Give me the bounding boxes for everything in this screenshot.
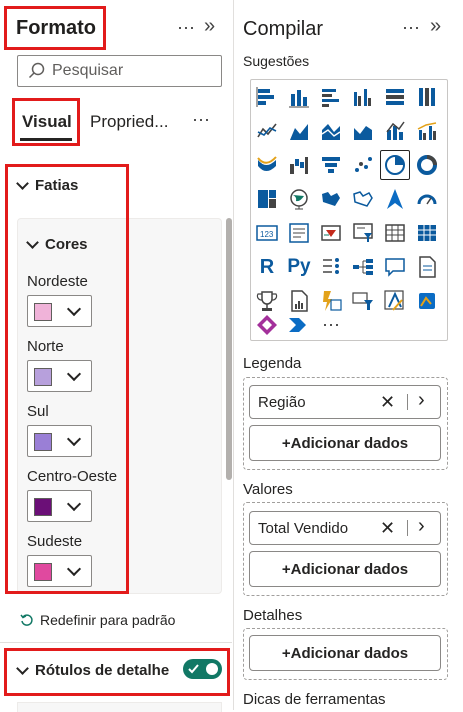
search-input[interactable]: Pesquisar bbox=[17, 55, 222, 87]
stacked-column-icon[interactable] bbox=[284, 82, 314, 112]
clustered-bar-icon[interactable] bbox=[316, 82, 346, 112]
legend-field-value: Região bbox=[258, 393, 306, 411]
kpi-icon[interactable] bbox=[316, 218, 346, 248]
reset-label: Redefinir para padrão bbox=[40, 612, 176, 628]
chevron-right-icon[interactable]: › bbox=[418, 389, 425, 412]
card-icon[interactable]: 123 bbox=[252, 218, 282, 248]
build-pane-title: Compilar bbox=[243, 18, 324, 40]
decomposition-tree-icon[interactable] bbox=[348, 252, 378, 282]
100-column-icon[interactable] bbox=[412, 82, 442, 112]
tabs-more-icon[interactable]: ⋯ bbox=[192, 110, 210, 131]
pie-chart-icon[interactable] bbox=[380, 150, 410, 180]
close-icon[interactable]: ✕ bbox=[380, 518, 395, 539]
values-field-value: Total Vendido bbox=[258, 519, 349, 537]
tab-properties-label: Propried... bbox=[90, 112, 169, 131]
add-data-button[interactable]: +Adicionar dados bbox=[249, 425, 441, 461]
more-visuals-icon[interactable]: ⋯ bbox=[316, 310, 346, 340]
donut-chart-icon[interactable] bbox=[412, 150, 442, 180]
annotation-box-rotulos bbox=[4, 648, 230, 696]
tooltips-label: Dicas de ferramentas bbox=[243, 691, 386, 708]
qa-icon[interactable] bbox=[380, 252, 410, 282]
svg-text:123: 123 bbox=[260, 230, 274, 239]
matrix-icon[interactable] bbox=[412, 218, 442, 248]
reset-icon bbox=[20, 614, 33, 626]
visual-gallery: 123 R Py ⋯ bbox=[250, 79, 448, 341]
r-visual-icon[interactable]: R bbox=[252, 252, 282, 282]
stacked-area-icon[interactable] bbox=[316, 116, 346, 146]
expand-pane-icon[interactable]: » bbox=[204, 15, 215, 38]
area-chart-icon[interactable] bbox=[284, 116, 314, 146]
reset-default-link[interactable]: Redefinir para padrão bbox=[20, 612, 175, 628]
line-chart-icon[interactable] bbox=[252, 116, 282, 146]
scrollbar[interactable] bbox=[226, 218, 232, 480]
python-visual-icon[interactable]: Py bbox=[284, 252, 314, 282]
100-bar-icon[interactable] bbox=[380, 82, 410, 112]
expand-pane-icon[interactable]: » bbox=[430, 15, 441, 38]
treemap-icon[interactable] bbox=[252, 184, 282, 214]
scatter-icon[interactable] bbox=[348, 150, 378, 180]
stacked-bar-icon[interactable] bbox=[252, 82, 282, 112]
legend-label: Legenda bbox=[243, 355, 302, 372]
slicer-icon[interactable] bbox=[348, 218, 378, 248]
suggestions-label: Sugestões bbox=[243, 53, 310, 69]
more-visuals-glyph: ⋯ bbox=[322, 314, 340, 335]
tab-properties[interactable]: Propried... bbox=[90, 112, 168, 132]
more-options-icon[interactable]: ⋯ bbox=[177, 18, 195, 39]
search-icon bbox=[28, 62, 45, 79]
gauge-icon[interactable] bbox=[412, 184, 442, 214]
map-icon[interactable] bbox=[284, 184, 314, 214]
values-label: Valores bbox=[243, 481, 293, 498]
filled-map-icon[interactable] bbox=[316, 184, 346, 214]
power-automate-arrow-icon[interactable] bbox=[284, 310, 314, 340]
details-label: Detalhes bbox=[243, 607, 303, 624]
ribbon-area-icon[interactable] bbox=[348, 116, 378, 146]
key-influencers-icon[interactable] bbox=[316, 252, 346, 282]
values-field[interactable]: Total Vendido ✕ › bbox=[249, 511, 441, 545]
funnel-icon[interactable] bbox=[316, 150, 346, 180]
waterfall-icon[interactable] bbox=[284, 150, 314, 180]
add-data-button[interactable]: +Adicionar dados bbox=[249, 635, 441, 671]
metrics-icon[interactable] bbox=[348, 286, 378, 316]
shape-map-icon[interactable] bbox=[348, 184, 378, 214]
annotation-box-visual-tab bbox=[12, 98, 80, 146]
azure-map-icon[interactable] bbox=[380, 184, 410, 214]
chevron-right-icon[interactable]: › bbox=[418, 515, 425, 538]
multirow-card-icon[interactable] bbox=[284, 218, 314, 248]
search-placeholder: Pesquisar bbox=[52, 62, 124, 79]
next-section-card bbox=[17, 702, 222, 712]
line-clustered-column-icon[interactable] bbox=[412, 116, 442, 146]
table-icon[interactable] bbox=[380, 218, 410, 248]
add-data-button[interactable]: +Adicionar dados bbox=[249, 551, 441, 587]
ribbon-chart-icon[interactable] bbox=[252, 150, 282, 180]
line-column-icon[interactable] bbox=[380, 116, 410, 146]
clustered-column-icon[interactable] bbox=[348, 82, 378, 112]
divider bbox=[0, 642, 232, 643]
powerapps-diamond-icon[interactable] bbox=[252, 310, 282, 340]
power-automate-icon[interactable] bbox=[380, 286, 410, 316]
close-icon[interactable]: ✕ bbox=[380, 392, 395, 413]
python-visual-glyph: Py bbox=[287, 256, 311, 277]
field-divider bbox=[407, 520, 408, 536]
smart-narrative-icon[interactable] bbox=[412, 252, 442, 282]
annotation-box-title bbox=[4, 6, 106, 50]
field-divider bbox=[407, 394, 408, 410]
more-options-icon[interactable]: ⋯ bbox=[402, 18, 420, 39]
power-apps-alt-icon[interactable] bbox=[412, 286, 442, 316]
r-visual-glyph: R bbox=[259, 255, 275, 278]
legend-field[interactable]: Região ✕ › bbox=[249, 385, 441, 419]
annotation-box-fatias bbox=[5, 164, 129, 594]
